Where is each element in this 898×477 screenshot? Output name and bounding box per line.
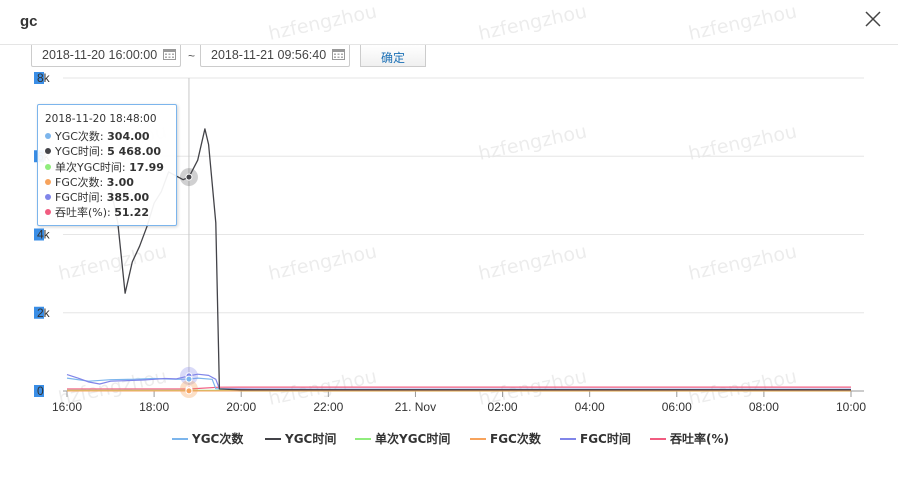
series-dot-icon <box>45 209 51 216</box>
range-separator: ~ <box>188 49 196 63</box>
legend-item[interactable]: 吞吐率(%) <box>670 431 729 446</box>
start-time-input[interactable]: 2018-11-20 16:00:00 <box>31 45 181 67</box>
x-tick-label: 22:00 <box>313 400 343 414</box>
series-dot-icon <box>45 163 51 170</box>
legend-item[interactable]: FGC次数 <box>490 431 542 446</box>
x-tick-label: 04:00 <box>575 400 605 414</box>
tooltip-row: YGC次数: 304.00 <box>45 128 176 143</box>
tooltip-row: FGC时间: 385.00 <box>45 189 176 204</box>
tooltip-label: 吞吐率(%): <box>55 206 115 220</box>
end-time-input[interactable]: 2018-11-21 09:56:40 <box>200 45 350 67</box>
hover-marker <box>185 375 193 383</box>
hover-marker <box>185 387 193 395</box>
y-tick-label: 2k <box>37 306 51 320</box>
watermark-text: hzfengzhou <box>476 120 588 164</box>
hover-marker <box>185 173 193 181</box>
calendar-icon[interactable] <box>163 49 176 60</box>
watermark-text: hzfengzhou <box>476 0 588 44</box>
tooltip-label: YGC时间: <box>55 145 108 159</box>
tooltip-label: YGC次数: <box>55 130 108 143</box>
series-dot-icon <box>45 194 51 201</box>
tooltip-label: 单次YGC时间: <box>55 160 130 174</box>
x-tick-label: 02:00 <box>488 400 518 414</box>
tooltip-row: YGC时间: 5 468.00 <box>45 143 176 158</box>
y-tick-label: 8k <box>37 71 51 85</box>
watermark-text: hzfengzhou <box>56 240 168 284</box>
x-tick-label: 20:00 <box>226 400 256 414</box>
gc-line-chart: hzfengzhou hzfengzhou hzfengzhou hzfengzhou… <box>34 0 866 446</box>
series-dot-icon <box>45 148 51 155</box>
watermark-text: hzfengzhou <box>686 240 798 284</box>
x-tick-label: 18:00 <box>139 400 169 414</box>
x-tick-label: 08:00 <box>749 400 779 414</box>
x-tick-label: 21. Nov <box>395 400 436 414</box>
y-tick-label: 4k <box>37 228 51 242</box>
x-tick-label: 06:00 <box>662 400 692 414</box>
date-range-toolbar: 2018-11-20 16:00:00 ~ 2018-11-21 09:56:4… <box>0 45 898 69</box>
watermark-text: hzfengzhou <box>266 0 378 44</box>
chart-tooltip: 2018-11-20 18:48:00 YGC次数: 304.00 YGC时间: … <box>37 104 177 226</box>
tooltip-value: 385.00 <box>106 191 150 205</box>
tooltip-row: 单次YGC时间: 17.99 <box>45 159 176 174</box>
legend-item[interactable]: 单次YGC时间 <box>375 431 450 446</box>
watermark-text: hzfengzhou <box>686 0 798 44</box>
tooltip-time: 2018-11-20 18:48:00 <box>45 113 157 125</box>
series-dot-icon <box>45 178 51 185</box>
confirm-button[interactable]: 确定 <box>360 45 426 67</box>
calendar-icon[interactable] <box>332 49 345 60</box>
tooltip-value: 3.00 <box>106 175 134 189</box>
tooltip-label: FGC次数: <box>55 175 107 189</box>
legend-item[interactable]: FGC时间 <box>580 431 631 446</box>
tooltip-value: 5 468.00 <box>107 145 162 159</box>
x-tick-label: 16:00 <box>52 400 82 414</box>
series-dot-icon <box>45 133 51 139</box>
x-tick-label: 10:00 <box>836 400 866 414</box>
legend-item[interactable]: YGC次数 <box>191 431 244 446</box>
watermark-text: hzfengzhou <box>476 240 588 284</box>
y-tick-label: 0 <box>37 384 44 398</box>
tooltip-row: FGC次数: 3.00 <box>45 174 176 189</box>
tooltip-value: 304.00 <box>107 130 150 143</box>
watermark-text: hzfengzhou <box>266 240 378 284</box>
start-time-value: 2018-11-20 16:00:00 <box>42 48 158 62</box>
tooltip-value: 17.99 <box>129 160 164 174</box>
legend-item[interactable]: YGC时间 <box>284 431 336 446</box>
watermark-text: hzfengzhou <box>686 120 798 164</box>
tooltip-value: 51.22 <box>114 206 150 220</box>
end-time-value: 2018-11-21 09:56:40 <box>211 48 327 62</box>
tooltip-label: FGC时间: <box>55 191 107 205</box>
tooltip-row: 吞吐率(%): 51.22 <box>45 204 176 219</box>
